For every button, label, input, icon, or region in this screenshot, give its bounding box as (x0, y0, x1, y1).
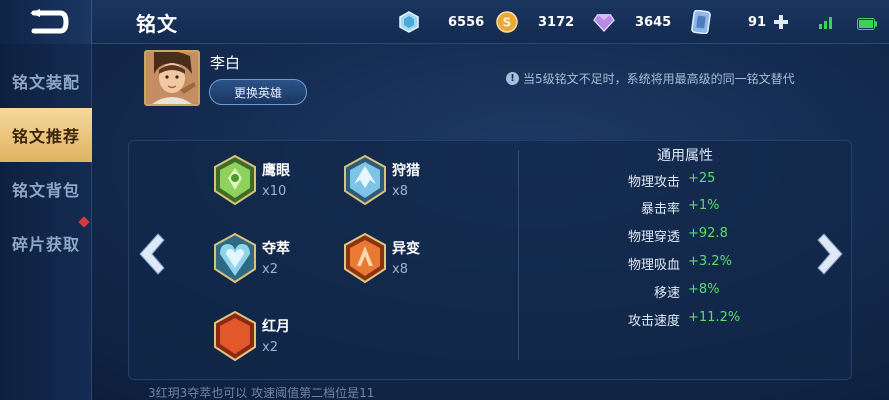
rune-name: 夺萃 (262, 241, 290, 257)
info-icon: ! (506, 72, 519, 85)
attribute-value: +11.2% (688, 310, 741, 325)
attribute-value: +25 (688, 171, 716, 186)
page-title: 铭文 (136, 12, 178, 36)
chevron-right-icon (817, 233, 843, 275)
next-page-button[interactable] (816, 232, 848, 276)
mutation-rune-icon (344, 232, 386, 284)
attribute-name: 物理吸血 (627, 258, 680, 273)
sidebar-item-rune-bag[interactable]: 铭文背包 (0, 162, 92, 216)
seize-rune-icon (214, 232, 256, 284)
attribute-name: 物理穿透 (627, 230, 680, 245)
crystal-icon (398, 11, 420, 33)
rune-name: 异变 (392, 241, 420, 257)
red-moon-rune-icon (214, 310, 256, 362)
attribute-name: 攻击速度 (627, 314, 680, 329)
sidebar-item-fragments[interactable]: 碎片获取 (0, 216, 92, 270)
rune-count: x10 (262, 184, 287, 199)
top-bar: 铭文 6556 S 3172 3645 91 (0, 0, 889, 44)
diamond-icon (593, 11, 615, 33)
hero-name: 李白 (210, 54, 241, 72)
sidebar-item-rune-recommend[interactable]: 铭文推荐 (0, 108, 92, 162)
diamond-resource: 3645 (593, 10, 671, 34)
sidebar-item-label: 碎片获取 (11, 235, 80, 254)
gold-coin-icon: S (496, 11, 518, 33)
card-resource: 91 (690, 10, 790, 34)
rune-item[interactable]: 红月 x2 (212, 310, 332, 364)
battery-icon (857, 15, 877, 30)
attribute-row: 攻击速度 +11.2% (560, 310, 820, 330)
rune-item[interactable]: 夺萃 x2 (212, 232, 332, 286)
attribute-value: +92.8 (688, 226, 728, 241)
change-hero-button[interactable]: 更换英雄 (209, 79, 307, 105)
rune-item[interactable]: 鹰眼 x10 (212, 154, 332, 208)
svg-text:S: S (503, 16, 512, 30)
notice-text: ! 当5级铭文不足时，系统将用最高级的同一铭文替代 (506, 70, 795, 87)
attribute-name: 暴击率 (640, 202, 680, 217)
attribute-row: 物理攻击 +25 (560, 171, 820, 191)
card-icon (690, 10, 712, 34)
footnote-text: 3红玥3夺萃也可以 攻速阈值第二档位是11 (148, 386, 375, 400)
notice-label: 当5级铭文不足时，系统将用最高级的同一铭文替代 (523, 72, 795, 86)
rune-count: x2 (262, 340, 278, 355)
attribute-value: +1% (688, 198, 720, 213)
sidebar-item-label: 铭文推荐 (11, 127, 80, 146)
attributes-title: 通用属性 (657, 148, 713, 164)
sidebar-item-rune-equip[interactable]: 铭文装配 (0, 54, 92, 108)
rune-count: x8 (392, 262, 408, 277)
sidebar: 铭文装配 铭文推荐 铭文背包 碎片获取 (0, 44, 92, 400)
rune-name: 狩猎 (392, 163, 420, 179)
panel-divider (518, 150, 519, 360)
hero-avatar (144, 50, 200, 106)
chevron-left-icon (139, 233, 165, 275)
rune-name: 红月 (262, 319, 290, 335)
attribute-row: 暴击率 +1% (560, 198, 820, 218)
crystal-resource: 6556 (398, 10, 484, 34)
back-button[interactable] (0, 0, 92, 44)
rune-count: x2 (262, 262, 278, 277)
rune-name: 鹰眼 (262, 163, 290, 179)
hunt-rune-icon (344, 154, 386, 206)
attribute-name: 物理攻击 (627, 175, 680, 190)
back-arrow-icon (29, 9, 69, 34)
rune-item[interactable]: 狩猎 x8 (342, 154, 462, 208)
sidebar-item-label: 铭文背包 (11, 181, 80, 200)
rune-item[interactable]: 异变 x8 (342, 232, 462, 286)
rune-count: x8 (392, 184, 408, 199)
gold-resource: S 3172 (496, 10, 574, 34)
attribute-name: 移速 (653, 286, 680, 301)
signal-icon (818, 14, 836, 30)
attribute-row: 物理穿透 +92.8 (560, 226, 820, 246)
attribute-value: +8% (688, 282, 720, 297)
eagle-eye-rune-icon (214, 154, 256, 206)
attribute-value: +3.2% (688, 254, 732, 269)
add-card-button[interactable] (772, 13, 790, 31)
attribute-row: 物理吸血 +3.2% (560, 254, 820, 274)
plus-icon (774, 15, 789, 29)
prev-page-button[interactable] (134, 232, 166, 276)
sidebar-item-label: 铭文装配 (11, 73, 80, 92)
attribute-row: 移速 +8% (560, 282, 820, 302)
